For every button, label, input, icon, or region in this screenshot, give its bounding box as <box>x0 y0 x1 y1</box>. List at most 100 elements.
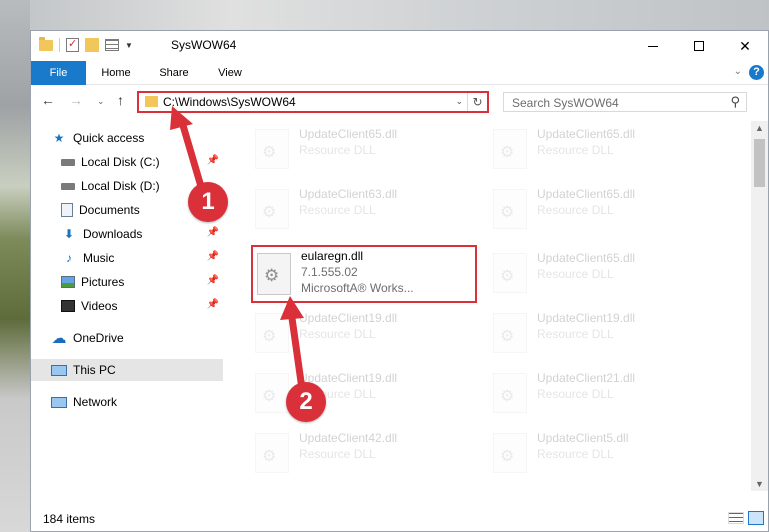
address-dropdown-chevron-icon[interactable]: ⌄ <box>455 96 463 107</box>
sidebar-item-pictures[interactable]: Pictures 📌 <box>61 271 223 293</box>
file-tile[interactable]: UpdateClient42.dll Resource DLL <box>251 429 481 477</box>
file-tile[interactable]: UpdateClient19.dll Resource DLL <box>251 309 481 357</box>
address-text[interactable]: C:\Windows\SysWOW64 <box>163 95 296 109</box>
back-arrow-icon[interactable]: ← <box>41 92 55 108</box>
new-folder-icon[interactable] <box>85 38 99 52</box>
sidebar-item-onedrive[interactable]: ☁ OneDrive <box>51 327 223 349</box>
dll-file-icon <box>493 189 527 229</box>
file-tile[interactable]: UpdateClient5.dll Resource DLL <box>489 429 719 477</box>
navigation-pane: ★ Quick access Local Disk (C:) 📌 Local D… <box>31 121 223 491</box>
sidebar-item-label: Music <box>83 251 115 265</box>
file-name: UpdateClient65.dll <box>537 251 636 265</box>
navigation-bar: ← → ⌄ ↑ C:\Windows\SysWOW64 ⌄ ↻ Search S… <box>31 86 768 118</box>
title-bar: ▼ SysWOW64 ✕ <box>31 31 768 61</box>
refresh-icon[interactable]: ↻ <box>467 93 487 111</box>
chevron-down-icon[interactable]: ▼ <box>125 41 133 50</box>
scrollbar-thumb[interactable] <box>754 139 765 187</box>
status-bar: 184 items <box>31 507 768 531</box>
sidebar-item-label: Pictures <box>81 275 125 289</box>
sidebar-item-local-disk-c[interactable]: Local Disk (C:) 📌 <box>61 151 223 173</box>
large-icons-view-icon[interactable] <box>748 511 764 525</box>
sidebar-item-label: Downloads <box>83 227 143 241</box>
sidebar-item-music[interactable]: ♪ Music 📌 <box>61 247 223 269</box>
documents-icon <box>61 203 73 217</box>
sidebar-item-label: Quick access <box>73 131 145 145</box>
close-button[interactable]: ✕ <box>722 31 768 61</box>
quick-access-toolbar: ▼ <box>39 36 133 52</box>
folder-icon[interactable] <box>39 36 53 51</box>
maximize-button[interactable] <box>676 31 722 61</box>
file-type: Resource DLL <box>299 447 376 461</box>
help-icon[interactable]: ? <box>749 65 764 80</box>
search-box[interactable]: Search SysWOW64 ⚲ <box>503 92 747 112</box>
file-version: 7.1.555.02 <box>301 265 358 279</box>
sidebar-item-videos[interactable]: Videos 📌 <box>61 295 223 317</box>
file-tile[interactable]: UpdateClient65.dll Resource DLL <box>489 185 719 233</box>
file-name: UpdateClient5.dll <box>537 431 629 445</box>
forward-arrow-icon[interactable]: → <box>69 92 83 108</box>
properties-icon[interactable] <box>66 37 79 52</box>
sidebar-item-quick-access[interactable]: ★ Quick access <box>51 127 223 149</box>
sidebar-item-label: Videos <box>81 299 118 313</box>
dll-file-icon <box>257 253 291 295</box>
pictures-icon <box>61 276 75 288</box>
downloads-icon: ⬇ <box>63 227 75 241</box>
recent-locations-chevron-icon[interactable]: ⌄ <box>97 96 105 107</box>
file-tile[interactable]: UpdateClient65.dll Resource DLL <box>489 125 719 173</box>
file-type: Resource DLL <box>537 143 614 157</box>
file-name: UpdateClient21.dll <box>537 371 636 385</box>
search-icon[interactable]: ⚲ <box>730 94 740 110</box>
sidebar-item-downloads[interactable]: ⬇ Downloads 📌 <box>61 223 223 245</box>
pin-icon: 📌 <box>206 275 219 286</box>
file-type: Resource DLL <box>299 203 376 217</box>
ribbon-expand-chevron-icon[interactable]: ⌄ <box>734 66 742 77</box>
sidebar-item-label: Local Disk (C:) <box>81 155 160 169</box>
step-badge-1: 1 <box>188 182 228 222</box>
close-icon: ✕ <box>739 37 751 54</box>
address-bar[interactable]: C:\Windows\SysWOW64 ⌄ ↻ <box>137 91 489 113</box>
file-tile[interactable]: UpdateClient19.dll Resource DLL <box>251 369 481 417</box>
file-type: Resource DLL <box>299 327 376 341</box>
tab-share[interactable]: Share <box>149 61 199 85</box>
sidebar-item-network[interactable]: Network <box>51 391 223 413</box>
sidebar-item-this-pc[interactable]: This PC <box>31 359 223 381</box>
file-tile[interactable]: UpdateClient63.dll Resource DLL <box>251 185 481 233</box>
tab-view[interactable]: View <box>205 61 255 85</box>
vertical-scrollbar[interactable]: ▲ ▼ <box>751 121 768 491</box>
network-icon <box>51 396 67 408</box>
file-type: Resource DLL <box>537 203 614 217</box>
this-pc-icon <box>51 364 67 376</box>
file-tile[interactable]: UpdateClient65.dll Resource DLL <box>489 249 719 297</box>
file-company: MicrosoftA® Works... <box>301 281 414 295</box>
search-input[interactable]: Search SysWOW64 <box>512 96 619 110</box>
dll-file-icon <box>255 373 289 413</box>
tab-file[interactable]: File <box>31 61 86 85</box>
desktop-background-top <box>0 0 769 30</box>
file-name: eularegn.dll <box>301 249 364 263</box>
scroll-up-icon[interactable]: ▲ <box>755 123 764 133</box>
sidebar-item-label: Network <box>73 395 118 409</box>
file-tile[interactable]: UpdateClient65.dll Resource DLL <box>251 125 481 173</box>
file-tile[interactable]: UpdateClient21.dll Resource DLL <box>489 369 719 417</box>
scroll-down-icon[interactable]: ▼ <box>755 479 764 489</box>
music-icon: ♪ <box>66 251 72 265</box>
view-icon[interactable] <box>105 39 119 51</box>
up-arrow-icon[interactable]: ↑ <box>117 92 124 108</box>
desktop-background-left <box>0 0 30 532</box>
pin-icon: 📌 <box>206 299 219 310</box>
details-view-icon[interactable] <box>728 512 744 524</box>
file-tile-eularegn[interactable]: eularegn.dll 7.1.555.02 MicrosoftA® Work… <box>251 245 477 303</box>
drive-icon <box>61 182 75 190</box>
pin-icon: 📌 <box>206 155 219 166</box>
pin-icon: 📌 <box>206 227 219 238</box>
dll-file-icon <box>255 313 289 353</box>
file-type: Resource DLL <box>299 143 376 157</box>
minimize-button[interactable] <box>630 31 676 61</box>
maximize-icon <box>694 41 704 51</box>
folder-icon <box>145 96 158 107</box>
minimize-icon <box>648 45 658 47</box>
tab-home[interactable]: Home <box>91 61 141 85</box>
sidebar-item-label: Documents <box>79 203 140 217</box>
file-name: UpdateClient42.dll <box>299 431 398 445</box>
file-tile[interactable]: UpdateClient19.dll Resource DLL <box>489 309 719 357</box>
